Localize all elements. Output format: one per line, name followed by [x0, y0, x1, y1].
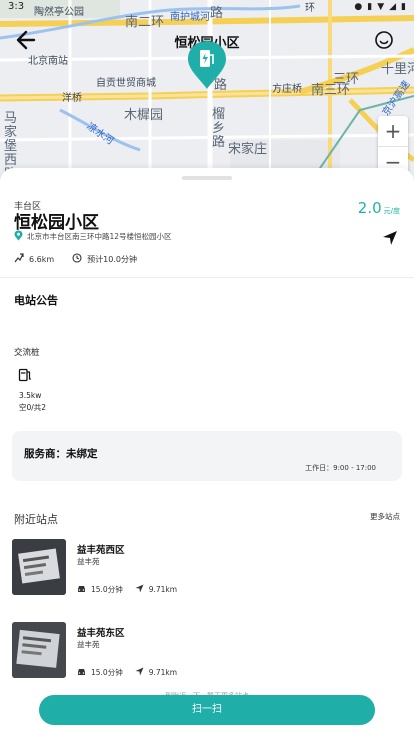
navigate-icon[interactable] — [382, 230, 398, 246]
nearby-station-stats: 15.0分钟 9.71km — [77, 584, 177, 595]
map-label-road-top: 路 — [210, 6, 224, 21]
nearby-station-stats: 15.0分钟 9.71km — [77, 667, 177, 678]
price-unit: 元/度 — [383, 207, 400, 215]
nearby-distance-item: 9.71km — [135, 667, 177, 678]
provider-label: 服务商：未绑定 — [24, 448, 98, 460]
station-photo — [12, 539, 66, 595]
nearby-time: 15.0分钟 — [91, 585, 123, 594]
map-label-south-station: 北京南站 — [28, 56, 68, 67]
notice-title: 电站公告 — [14, 294, 58, 307]
more-stations-link[interactable]: 更多站点 — [370, 511, 400, 522]
location-status-icon: ● — [354, 2, 363, 12]
eta-item: 预计10.0分钟 — [72, 253, 137, 265]
navigate-small-icon — [135, 667, 144, 678]
smiley-icon[interactable] — [374, 30, 394, 50]
pile-section-title: 交流桩 — [14, 348, 40, 358]
signal-status-icon: ◢ — [389, 2, 397, 12]
scan-button[interactable]: 扫一扫 — [39, 695, 375, 725]
map-label-yangqiao: 洋桥 — [62, 93, 82, 104]
app-screen: 3:3 ● ▮ ▼ ◢ ▮ 陶然亭公园 南二环 南护城河 路 环 北京南站 自贡… — [0, 0, 414, 736]
map-label-sanhuan: 三环 — [333, 72, 360, 87]
map-label-songjiazhuang: 宋家庄 — [228, 142, 268, 157]
distance-value: 6.6km — [29, 254, 55, 264]
station-price: 2.0 元/度 — [358, 199, 400, 217]
nearby-time-item: 15.0分钟 — [77, 584, 123, 595]
status-icons: ● ▮ ▼ ◢ ▮ — [354, 2, 406, 12]
nearby-distance: 9.71km — [148, 585, 178, 594]
nearby-time-item: 15.0分钟 — [77, 667, 123, 678]
nearby-distance: 9.71km — [148, 668, 178, 677]
map-label-liuyuan: 榴乡路 — [212, 107, 226, 150]
pile-power: 3.5kw — [19, 391, 42, 400]
car-icon — [77, 668, 86, 678]
station-meta-row: 6.6km 预计10.0分钟 — [14, 253, 137, 265]
sheet-divider — [0, 277, 414, 278]
clock-icon — [72, 253, 82, 265]
eta-value: 预计10.0分钟 — [87, 254, 137, 264]
map-view[interactable]: 3:3 ● ▮ ▼ ◢ ▮ 陶然亭公园 南二环 南护城河 路 环 北京南站 自贡… — [0, 0, 414, 190]
map-label-store: 自贡世贸商城 — [96, 78, 156, 89]
provider-card: 服务商：未绑定 工作日：9:00 - 17:00 — [12, 431, 402, 481]
station-photo — [12, 622, 66, 678]
zoom-in-button[interactable]: + — [378, 116, 408, 146]
pile-card[interactable]: 3.5kw 空0/共2 — [14, 364, 70, 418]
battery-status-icon: ▮ — [401, 2, 406, 12]
nearby-title: 附近站点 — [14, 513, 58, 526]
map-label-moat: 南护城河 — [170, 12, 210, 23]
nearby-station-sub: 益丰苑 — [77, 640, 100, 649]
map-label-muxiyuan: 木樨园 — [124, 108, 164, 123]
map-label-ring-top-right: 环 — [305, 3, 315, 14]
map-label-shiliuhe: 十里河 — [381, 62, 414, 77]
charger-icon — [18, 367, 32, 382]
nearby-station-name: 益丰苑西区 — [77, 545, 125, 556]
distance-item: 6.6km — [14, 253, 54, 265]
price-value: 2.0 — [357, 199, 382, 217]
station-detail-sheet: 丰台区 恒松园小区 2.0 元/度 北京市丰台区南三环中路12号楼恒松园小区 6.… — [0, 168, 414, 736]
nearby-station-sub: 益丰苑 — [77, 557, 100, 566]
provider-hours: 工作日：9:00 - 17:00 — [305, 464, 376, 472]
location-pin-icon — [14, 230, 23, 243]
charging-pin-icon[interactable] — [187, 40, 227, 90]
wifi-status-icon: ▼ — [377, 2, 385, 12]
distance-icon — [14, 253, 24, 265]
nearby-distance-item: 9.71km — [135, 584, 177, 595]
car-icon — [77, 585, 86, 595]
zoom-controls: + − — [378, 116, 408, 176]
map-label-park: 陶然亭公园 — [34, 7, 84, 18]
map-label-ring2: 南二环 — [125, 15, 165, 30]
vibrate-status-icon: ▮ — [367, 2, 373, 12]
nearby-time: 15.0分钟 — [91, 668, 123, 677]
status-time: 3:3 — [8, 1, 25, 12]
sheet-grabber[interactable] — [182, 176, 232, 180]
nearby-station-card[interactable]: 益丰苑西区 益丰苑 15.0分钟 9.71km — [12, 539, 402, 599]
station-address-row: 北京市丰台区南三环中路12号楼恒松园小区 — [14, 230, 172, 243]
nearby-station-name: 益丰苑东区 — [77, 628, 125, 639]
station-address: 北京市丰台区南三环中路12号楼恒松园小区 — [27, 232, 172, 241]
map-label-fangzhuang: 方庄桥 — [272, 84, 302, 95]
pile-count: 空0/共2 — [19, 403, 47, 412]
navigate-small-icon — [135, 584, 144, 595]
nearby-station-card[interactable]: 益丰苑东区 益丰苑 15.0分钟 9.71km — [12, 622, 402, 682]
